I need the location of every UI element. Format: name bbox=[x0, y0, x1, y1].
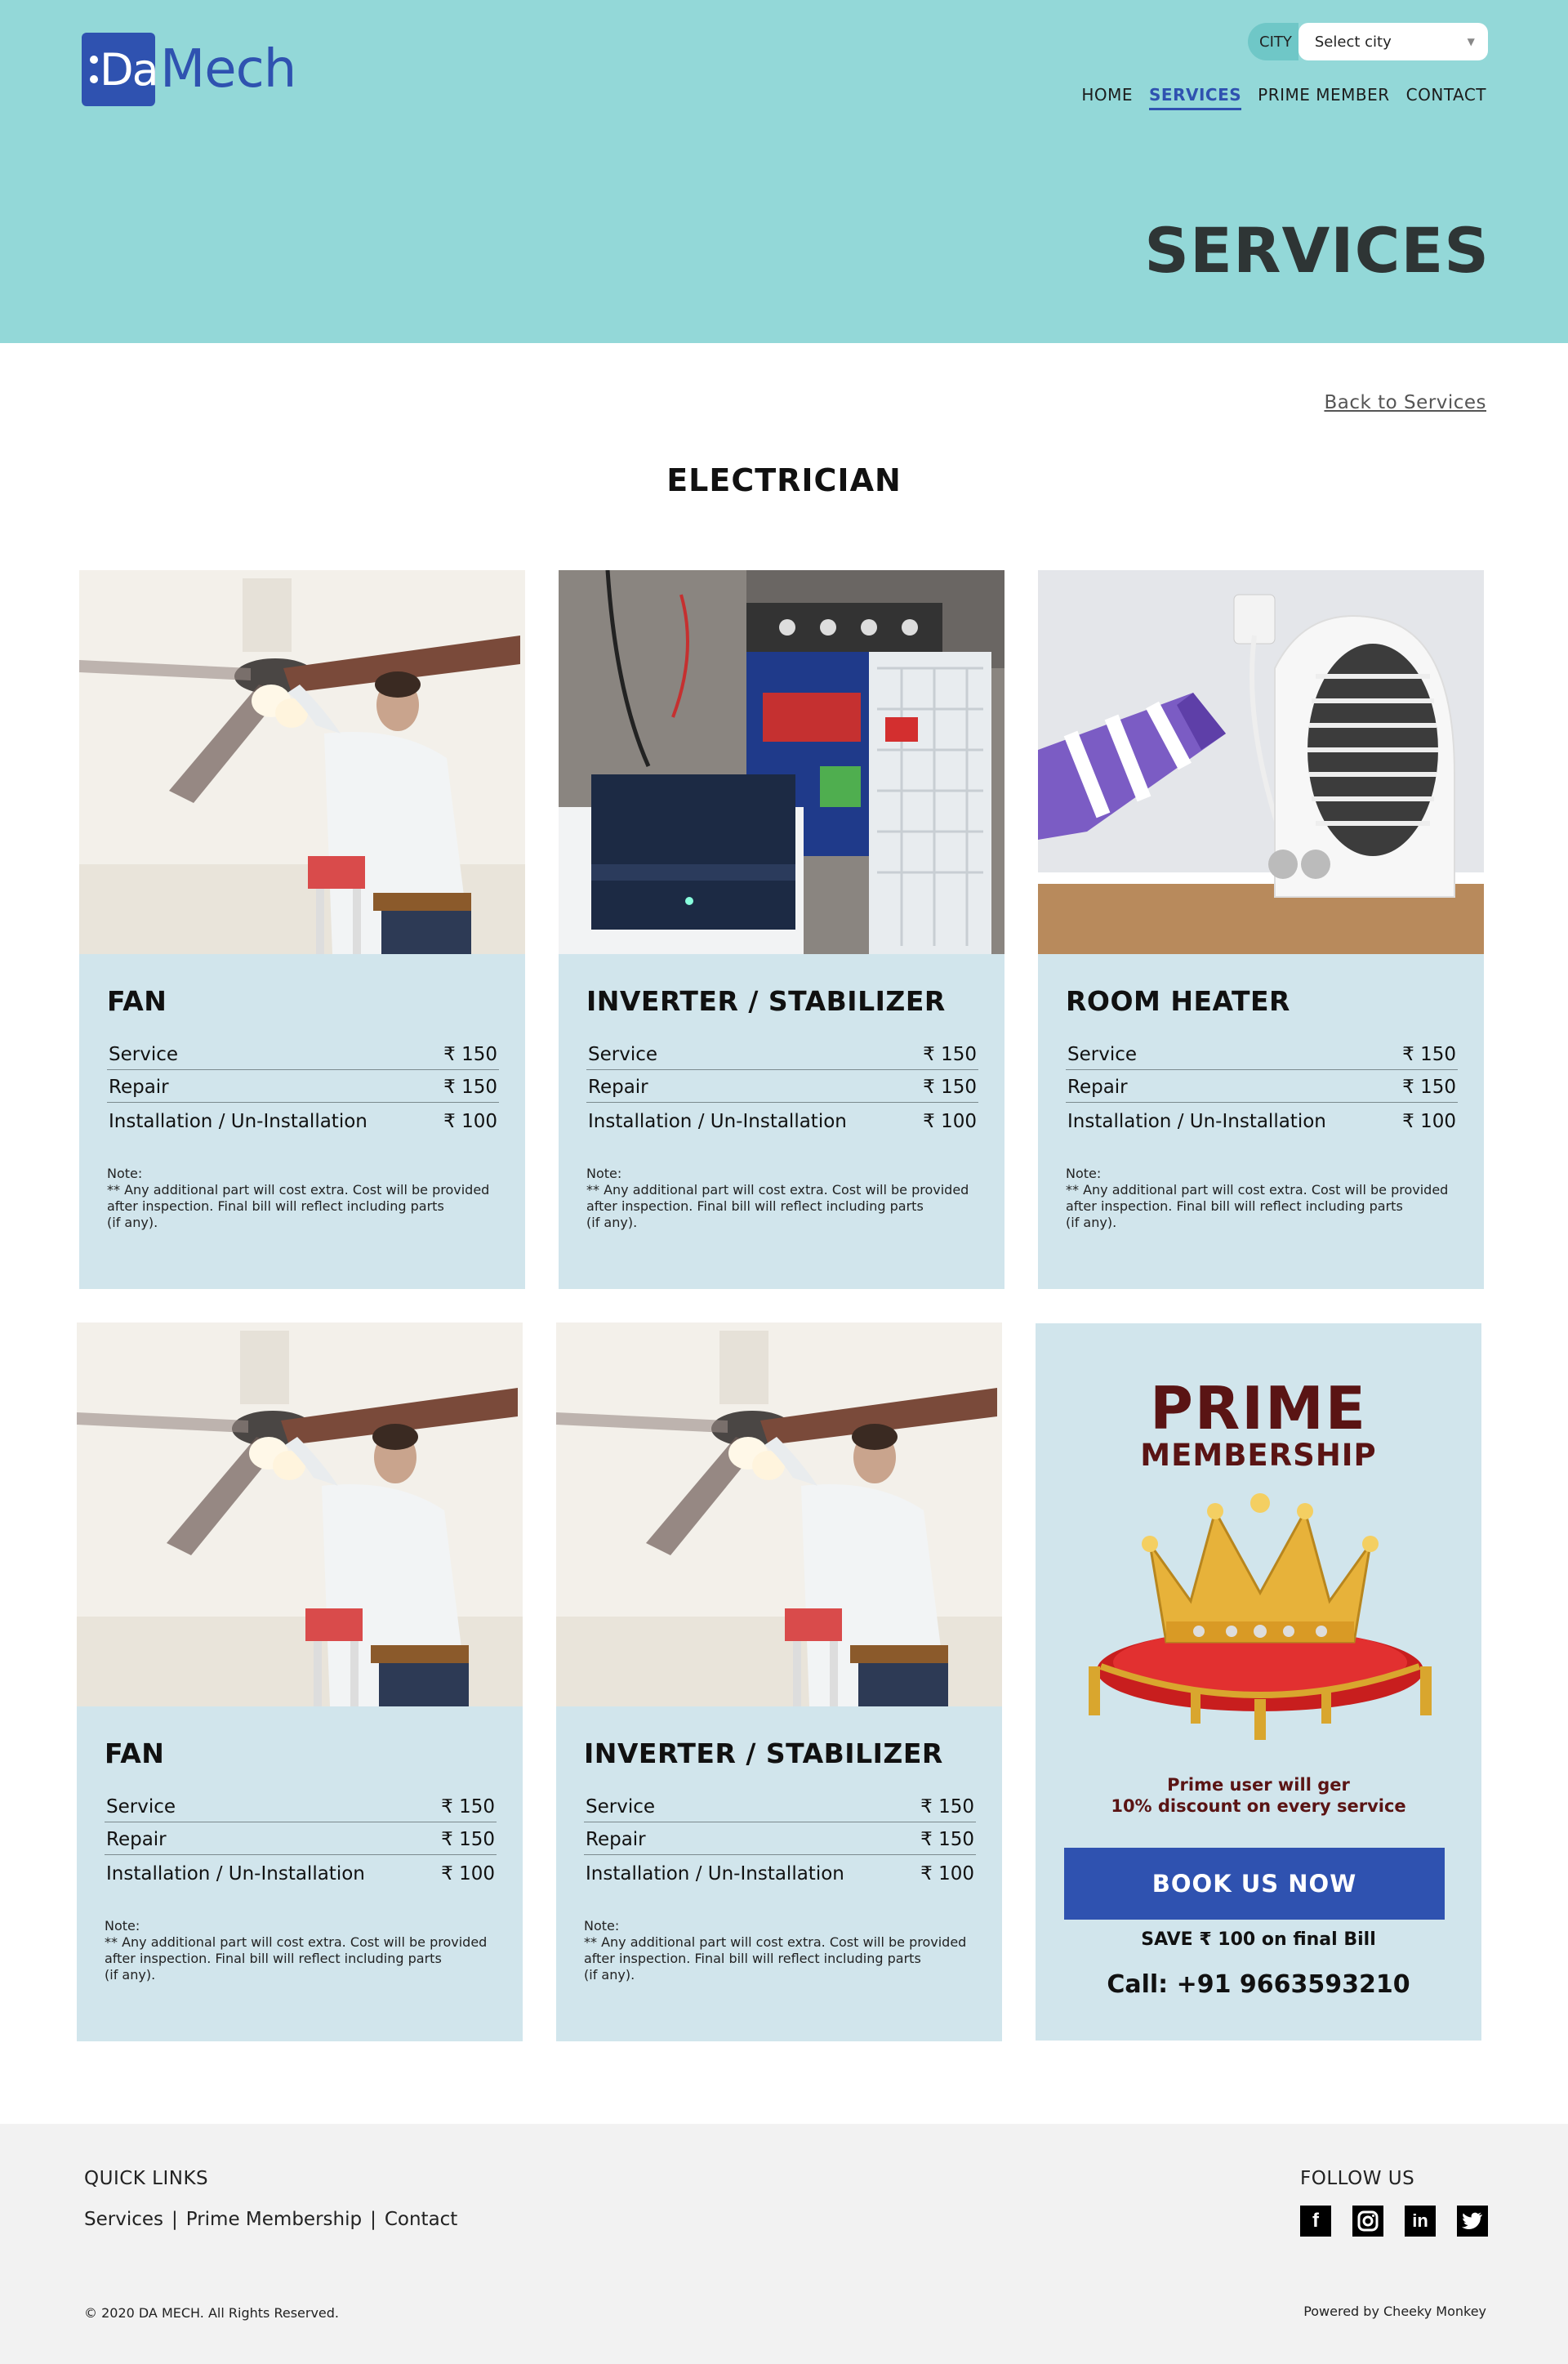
service-card[interactable]: INVERTER / STABILIZER Service ₹ 150 Repai… bbox=[559, 570, 1004, 1289]
instagram-icon[interactable] bbox=[1352, 2206, 1383, 2237]
card-note: Note: ** Any additional part will cost ex… bbox=[1066, 1166, 1449, 1230]
price-row-service: Service ₹ 150 bbox=[105, 1790, 497, 1822]
price-row-repair: Repair ₹ 150 bbox=[1066, 1070, 1458, 1103]
card-note: Note: ** Any additional part will cost ex… bbox=[586, 1166, 969, 1230]
price-row-repair: Repair ₹ 150 bbox=[105, 1822, 497, 1855]
price-row-service: Service ₹ 150 bbox=[1066, 1037, 1458, 1070]
prime-title: PRIME bbox=[1150, 1374, 1367, 1443]
chevron-down-icon: ▼ bbox=[1467, 36, 1475, 47]
nav-home[interactable]: HOME bbox=[1081, 85, 1133, 110]
price-row-install: Installation / Un-Installation ₹ 100 bbox=[588, 1111, 977, 1132]
price-row-install: Installation / Un-Installation ₹ 100 bbox=[109, 1111, 497, 1132]
footer-link-contact[interactable]: Contact bbox=[385, 2209, 457, 2230]
nav-prime-member[interactable]: PRIME MEMBER bbox=[1258, 85, 1390, 110]
price-table: Service ₹ 150 Repair ₹ 150 Installation / … bbox=[1066, 1037, 1458, 1136]
price-row-repair: Repair ₹ 150 bbox=[586, 1070, 978, 1103]
footer-link-services[interactable]: Services bbox=[84, 2209, 163, 2230]
price-table: Service ₹ 150 Repair ₹ 150 Installation / … bbox=[107, 1037, 499, 1136]
service-card[interactable]: INVERTER / STABILIZER Service ₹ 150 Repai… bbox=[556, 1323, 1002, 2041]
city-dropdown[interactable]: Select city ▼ bbox=[1298, 23, 1488, 60]
card-note: Note: ** Any additional part will cost ex… bbox=[105, 1918, 488, 1983]
card-note: Note: ** Any additional part will cost ex… bbox=[584, 1918, 967, 1983]
price-row-install: Installation / Un-Installation ₹ 100 bbox=[586, 1863, 974, 1885]
price-table: Service ₹ 150 Repair ₹ 150 Installation / … bbox=[586, 1037, 978, 1136]
footer-link-prime-membership[interactable]: Prime Membership bbox=[186, 2209, 362, 2230]
service-card[interactable]: ROOM HEATER Service ₹ 150 Repair ₹ 150 Ins… bbox=[1038, 570, 1484, 1289]
follow-us-title: FOLLOW US bbox=[1300, 2168, 1415, 2189]
quick-links-title: QUICK LINKS bbox=[84, 2168, 209, 2189]
ceiling-fan-image bbox=[77, 1323, 523, 1706]
price-table: Service ₹ 150 Repair ₹ 150 Installation / … bbox=[584, 1790, 976, 1889]
logo-mark-icon: Da bbox=[82, 33, 159, 106]
city-dropdown-value: Select city bbox=[1314, 33, 1392, 51]
page-title: SERVICES bbox=[1144, 214, 1490, 287]
service-card[interactable]: FAN Service ₹ 150 Repair ₹ 150 Installatio… bbox=[77, 1323, 523, 2041]
logo-wordmark: Mech bbox=[160, 39, 296, 100]
ceiling-fan-image bbox=[556, 1323, 1002, 1706]
linkedin-icon[interactable]: in bbox=[1405, 2206, 1436, 2237]
ceiling-fan-image bbox=[79, 570, 525, 954]
social-links: f in bbox=[1300, 2206, 1488, 2237]
prime-subtitle: MEMBERSHIP bbox=[1140, 1438, 1377, 1473]
price-row-install: Installation / Un-Installation ₹ 100 bbox=[1067, 1111, 1456, 1132]
section-title: ELECTRICIAN bbox=[666, 462, 902, 498]
nav-contact[interactable]: CONTACT bbox=[1406, 85, 1486, 110]
card-title: INVERTER / STABILIZER bbox=[584, 1737, 943, 1769]
card-title: INVERTER / STABILIZER bbox=[586, 985, 946, 1017]
back-to-services-link[interactable]: Back to Services bbox=[1324, 392, 1486, 413]
prime-description: Prime user will ger 10% discount on ever… bbox=[1111, 1775, 1406, 1816]
inverter-battery-image bbox=[559, 570, 1004, 954]
room-heater-image bbox=[1038, 570, 1484, 954]
city-label: CITY bbox=[1248, 23, 1298, 60]
price-row-install: Installation / Un-Installation ₹ 100 bbox=[106, 1863, 495, 1885]
price-row-service: Service ₹ 150 bbox=[107, 1037, 499, 1070]
main-nav: HOME SERVICES PRIME MEMBER CONTACT bbox=[1081, 85, 1486, 110]
brand-logo[interactable]: Da Mech bbox=[82, 33, 296, 106]
price-row-service: Service ₹ 150 bbox=[586, 1037, 978, 1070]
book-us-now-button[interactable]: BOOK US NOW bbox=[1064, 1848, 1445, 1920]
price-row-repair: Repair ₹ 150 bbox=[107, 1070, 499, 1103]
price-row-service: Service ₹ 150 bbox=[584, 1790, 976, 1822]
card-title: FAN bbox=[107, 985, 167, 1017]
save-offer-text: SAVE ₹ 100 on final Bill bbox=[1141, 1929, 1376, 1950]
site-footer: QUICK LINKS Services | Prime Membership | Co… bbox=[0, 2124, 1568, 2364]
service-card[interactable]: FAN Service ₹ 150 Repair ₹ 150 Installatio… bbox=[79, 570, 525, 1289]
price-row-repair: Repair ₹ 150 bbox=[584, 1822, 976, 1855]
facebook-icon[interactable]: f bbox=[1300, 2206, 1331, 2237]
twitter-icon[interactable] bbox=[1457, 2206, 1488, 2237]
prime-membership-card: PRIME MEMBERSHIP Prime user will ger 10%… bbox=[1036, 1323, 1481, 2041]
card-note: Note: ** Any additional part will cost ex… bbox=[107, 1166, 490, 1230]
call-phone-number[interactable]: Call: +91 9663593210 bbox=[1036, 1970, 1481, 1999]
nav-services[interactable]: SERVICES bbox=[1149, 85, 1242, 110]
copyright-text: © 2020 DA MECH. All Rights Reserved. bbox=[84, 2305, 339, 2321]
card-title: FAN bbox=[105, 1737, 165, 1769]
site-header: Da Mech CITY Select city ▼ HOME SERVICES… bbox=[0, 0, 1568, 343]
city-selector[interactable]: CITY Select city ▼ bbox=[1248, 23, 1488, 60]
crown-icon bbox=[1068, 1479, 1452, 1740]
card-title: ROOM HEATER bbox=[1066, 985, 1290, 1017]
price-table: Service ₹ 150 Repair ₹ 150 Installation / … bbox=[105, 1790, 497, 1889]
powered-by-text[interactable]: Powered by Cheeky Monkey bbox=[1303, 2304, 1486, 2319]
quick-links: Services | Prime Membership | Contact bbox=[84, 2209, 458, 2230]
